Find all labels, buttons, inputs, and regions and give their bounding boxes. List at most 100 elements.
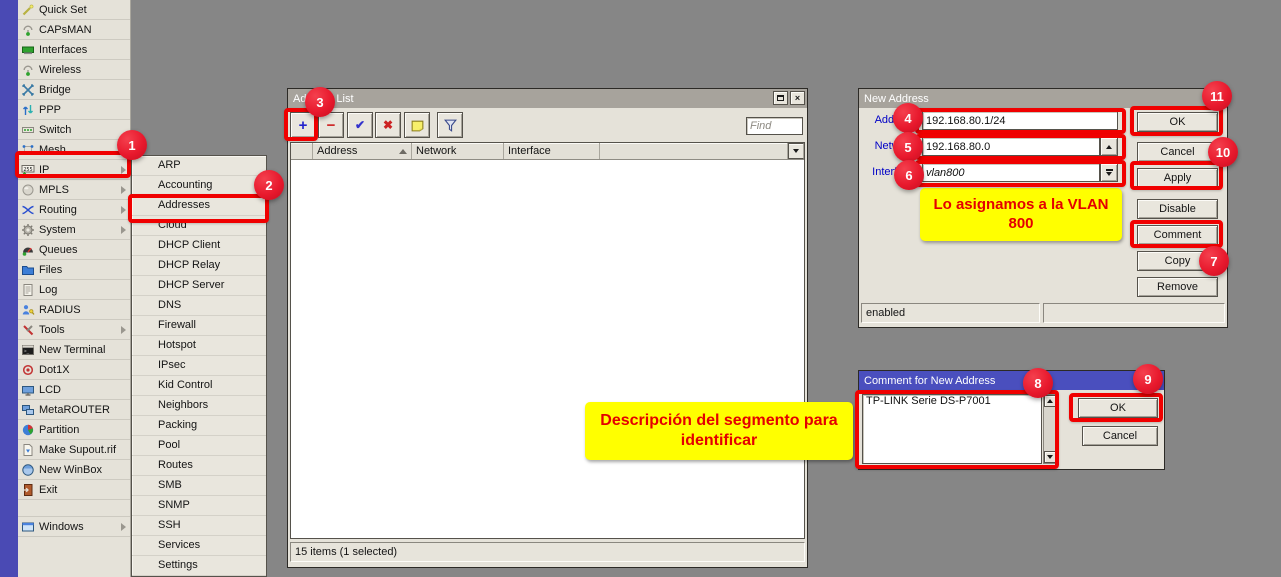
window-title: New Address — [864, 93, 929, 105]
submenu-item-dhcp-client[interactable]: DHCP Client — [132, 236, 266, 256]
sidebar-item-routing[interactable]: Routing — [18, 200, 130, 220]
close-icon[interactable]: × — [790, 91, 805, 105]
metarouter-icon — [21, 403, 35, 417]
submenu-arrow-icon — [121, 523, 126, 531]
maximize-icon[interactable] — [773, 91, 788, 105]
sidebar-item-ppp[interactable]: PPP — [18, 100, 130, 120]
submenu-item-packing[interactable]: Packing — [132, 416, 266, 436]
submenu-item-dhcp-relay[interactable]: DHCP Relay — [132, 256, 266, 276]
sidebar-item-queues[interactable]: Queues — [18, 240, 130, 260]
sidebar-item-capsman[interactable]: CAPsMAN — [18, 20, 130, 40]
step-badge-1: 1 — [117, 130, 147, 160]
submenu-item-smb[interactable]: SMB — [132, 476, 266, 496]
sidebar-item-make-supout[interactable]: Make Supout.rif — [18, 440, 130, 460]
queues-gauge-icon — [21, 243, 35, 257]
dot1x-icon — [21, 363, 35, 377]
sidebar-item-log[interactable]: Log — [18, 280, 130, 300]
wireless-icon — [21, 63, 35, 77]
submenu-item-neighbors[interactable]: Neighbors — [132, 396, 266, 416]
submenu-arrow-icon — [121, 326, 126, 334]
step-badge-10: 10 — [1208, 137, 1238, 167]
sidebar-item-system[interactable]: System — [18, 220, 130, 240]
column-header-interface[interactable]: Interface — [504, 143, 600, 159]
sidebar-item-files[interactable]: Files — [18, 260, 130, 280]
step-badge-3: 3 — [305, 87, 335, 117]
sidebar-item-dot1x[interactable]: Dot1X — [18, 360, 130, 380]
winbox-desktop: Quick Set CAPsMAN Interfaces Wireless Br… — [0, 0, 1281, 577]
highlight-box-address-field — [915, 108, 1126, 134]
submenu-item-snmp[interactable]: SNMP — [132, 496, 266, 516]
column-select-dropdown[interactable] — [788, 143, 804, 159]
titlebar-controls: × — [773, 91, 805, 105]
address-list-window: Address List × + − ✔ ✖ Address Network I… — [287, 88, 808, 568]
gear-icon — [21, 223, 35, 237]
sidebar-item-switch[interactable]: Switch — [18, 120, 130, 140]
lcd-icon — [21, 383, 35, 397]
bridge-icon — [21, 83, 35, 97]
accent-strip — [0, 0, 18, 577]
enabled-status: enabled — [861, 303, 1040, 323]
highlight-box-interface-field — [915, 160, 1126, 187]
submenu-item-pool[interactable]: Pool — [132, 436, 266, 456]
address-list-empty-area[interactable] — [291, 160, 804, 555]
sidebar-item-wireless[interactable]: Wireless — [18, 60, 130, 80]
exit-door-icon — [21, 483, 35, 497]
filter-funnel-icon[interactable] — [437, 112, 463, 138]
remove-button[interactable]: Remove — [1137, 277, 1218, 297]
winbox-globe-icon — [21, 463, 35, 477]
sidebar-item-quick-set[interactable]: Quick Set — [18, 0, 130, 20]
cancel-button[interactable]: Cancel — [1137, 142, 1218, 162]
submenu-item-kid-control[interactable]: Kid Control — [132, 376, 266, 396]
sidebar-item-new-winbox[interactable]: New WinBox — [18, 460, 130, 480]
step-badge-7: 7 — [1199, 246, 1229, 276]
mpls-sphere-icon — [21, 183, 35, 197]
interface-card-icon — [21, 43, 35, 57]
sort-ascending-icon — [399, 149, 407, 154]
find-input[interactable] — [746, 117, 803, 135]
sidebar-item-partition[interactable]: Partition — [18, 420, 130, 440]
submenu-item-accounting[interactable]: Accounting — [132, 176, 266, 196]
highlight-box-comment — [1130, 220, 1223, 248]
column-header-address[interactable]: Address — [313, 143, 412, 159]
sidebar-item-tools[interactable]: Tools — [18, 320, 130, 340]
sidebar-item-exit[interactable]: Exit — [18, 480, 130, 500]
submenu-item-ssh[interactable]: SSH — [132, 516, 266, 536]
submenu-item-routes[interactable]: Routes — [132, 456, 266, 476]
selector-column-header[interactable] — [291, 143, 313, 159]
sidebar-item-lcd[interactable]: LCD — [18, 380, 130, 400]
wand-icon — [21, 3, 35, 17]
submenu-item-ipsec[interactable]: IPsec — [132, 356, 266, 376]
step-badge-8: 8 — [1023, 368, 1053, 398]
address-list-status-bar: 15 items (1 selected) — [290, 542, 805, 562]
comment-titlebar[interactable]: Comment for New Address — [859, 371, 1164, 390]
sidebar-item-metarouter[interactable]: MetaROUTER — [18, 400, 130, 420]
submenu-item-firewall[interactable]: Firewall — [132, 316, 266, 336]
submenu-item-settings[interactable]: Settings — [132, 556, 266, 576]
submenu-arrow-icon — [121, 186, 126, 194]
submenu-item-arp[interactable]: ARP — [132, 156, 266, 176]
step-badge-6: 6 — [894, 160, 924, 190]
submenu-item-dns[interactable]: DNS — [132, 296, 266, 316]
column-header-network[interactable]: Network — [412, 143, 504, 159]
sidebar-item-mpls[interactable]: MPLS — [18, 180, 130, 200]
comment-cancel-button[interactable]: Cancel — [1082, 426, 1158, 446]
submenu-arrow-icon — [121, 206, 126, 214]
submenu-item-services[interactable]: Services — [132, 536, 266, 556]
partition-pie-icon — [21, 423, 35, 437]
address-list-titlebar[interactable]: Address List — [288, 89, 807, 108]
sidebar-item-bridge[interactable]: Bridge — [18, 80, 130, 100]
submenu-item-hotspot[interactable]: Hotspot — [132, 336, 266, 356]
disable-button[interactable]: Disable — [1137, 199, 1218, 219]
comment-note-icon[interactable] — [404, 112, 430, 138]
enable-check-icon[interactable]: ✔ — [347, 112, 373, 138]
sidebar-item-radius[interactable]: RADIUS — [18, 300, 130, 320]
sidebar-item-new-terminal[interactable]: >_ New Terminal — [18, 340, 130, 360]
switch-icon — [21, 123, 35, 137]
ppp-icon — [21, 103, 35, 117]
highlight-box-network-field — [915, 134, 1126, 160]
disable-x-icon[interactable]: ✖ — [375, 112, 401, 138]
sidebar-item-windows[interactable]: Windows — [18, 517, 130, 537]
submenu-item-dhcp-server[interactable]: DHCP Server — [132, 276, 266, 296]
routing-arrows-icon — [21, 203, 35, 217]
sidebar-item-interfaces[interactable]: Interfaces — [18, 40, 130, 60]
